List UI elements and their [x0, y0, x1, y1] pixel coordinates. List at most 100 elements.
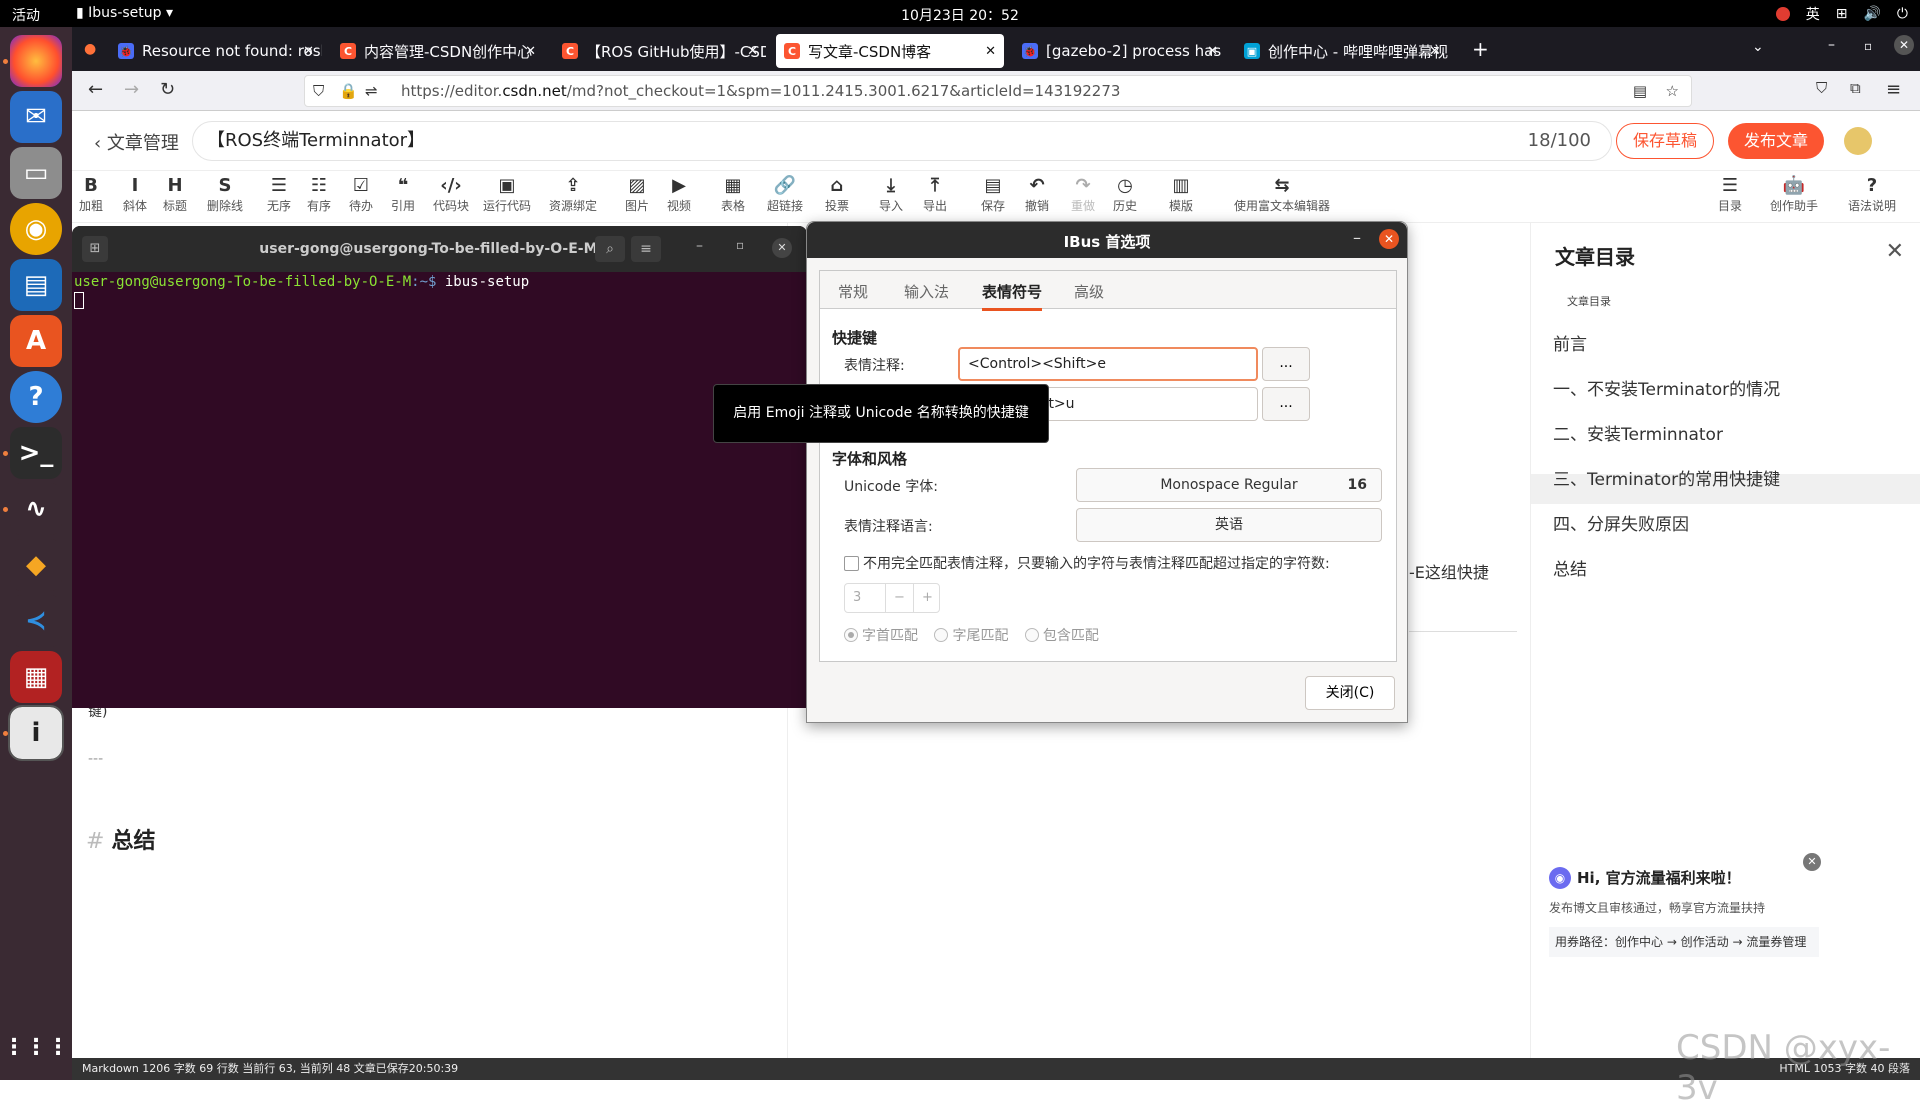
terminal-window[interactable]: ⊞ user-gong@usergong-To-be-filled-by-O-E…: [72, 226, 807, 708]
hamburger-menu-icon[interactable]: ≡: [1886, 79, 1901, 100]
extensions-icon[interactable]: ⧉: [1850, 79, 1861, 97]
permissions-icon[interactable]: ⇌: [365, 76, 378, 106]
toolbar-button[interactable]: ⤓ 导入: [873, 175, 909, 214]
emoji-shortcut-field[interactable]: <Control><Shift>e: [958, 347, 1258, 381]
toc-item[interactable]: 前言: [1553, 330, 1587, 355]
font-chooser-button[interactable]: Monospace Regular 16: [1076, 468, 1382, 502]
minimize-icon[interactable]: –: [696, 238, 703, 254]
terminal-titlebar[interactable]: ⊞ user-gong@usergong-To-be-filled-by-O-E…: [72, 226, 807, 272]
terminal-icon[interactable]: >_: [10, 427, 62, 479]
close-icon[interactable]: ✕: [772, 238, 792, 258]
thunderbird-icon[interactable]: ✉: [10, 91, 62, 143]
back-to-articles-link[interactable]: ‹ 文章管理: [94, 129, 179, 155]
toolbar-button[interactable]: ▤ 保存: [975, 175, 1011, 214]
ibus-setup-icon[interactable]: i: [8, 705, 64, 761]
toc-item[interactable]: 一、不安装Terminator的情况: [1553, 375, 1780, 400]
browser-tab[interactable]: 🐞 Resource not found: rosl ✕: [110, 34, 322, 68]
firefox-icon[interactable]: [10, 35, 62, 87]
toolbar-button[interactable]: ? 语法说明: [1842, 175, 1902, 214]
save-draft-button[interactable]: 保存草稿: [1616, 123, 1714, 159]
help-icon[interactable]: ?: [10, 371, 62, 423]
toolbar-button[interactable]: ▥ 模版: [1163, 175, 1199, 214]
show-apps-icon[interactable]: ⋮⋮⋮: [3, 1021, 69, 1073]
toolbar-button[interactable]: ☰ 无序: [261, 175, 297, 214]
reader-view-icon[interactable]: ▤: [1633, 76, 1647, 106]
system-monitor-icon[interactable]: ∿: [10, 483, 62, 535]
partial-match-checkbox[interactable]: [844, 556, 859, 571]
tab-general[interactable]: 常规: [838, 281, 868, 302]
toolbar-button[interactable]: ☑ 待办: [343, 175, 379, 214]
firefox-view-icon[interactable]: ●: [84, 41, 96, 57]
toolbar-button[interactable]: ⤒ 导出: [917, 175, 953, 214]
maximize-icon[interactable]: ▫: [736, 238, 744, 252]
browser-tab[interactable]: C 写文章-CSDN博客 ✕: [776, 34, 1004, 68]
tab-close-icon[interactable]: ✕: [985, 44, 996, 59]
toolbar-button[interactable]: ▶ 视频: [661, 175, 697, 214]
stop-icon[interactable]: [1775, 7, 1790, 21]
software-center-icon[interactable]: A: [10, 315, 62, 367]
pocket-icon[interactable]: ⛉: [1816, 79, 1827, 97]
browser-tab[interactable]: 🐞 [gazebo-2] process has di ✕: [1014, 34, 1226, 68]
rhythmbox-icon[interactable]: ◉: [10, 203, 62, 255]
reload-icon[interactable]: ↻: [160, 79, 175, 100]
ibus-preferences-dialog[interactable]: IBus 首选项 – ✕ 常规 输入法 表情符号 高级 快捷键 表情注释: <C…: [806, 221, 1408, 723]
minimize-icon[interactable]: –: [1828, 37, 1835, 53]
emoji-shortcut-edit-button[interactable]: ...: [1262, 347, 1310, 381]
search-icon[interactable]: ⌕: [595, 236, 625, 262]
radio-suffix-match[interactable]: 字尾匹配: [934, 628, 1008, 644]
unicode-shortcut-edit-button[interactable]: ...: [1262, 387, 1310, 421]
toc-item[interactable]: 二、安装Terminnator: [1553, 420, 1723, 445]
tab-emoji[interactable]: 表情符号: [982, 281, 1043, 311]
radio-prefix-match[interactable]: 字首匹配: [844, 628, 918, 644]
partial-match-row[interactable]: 不用完全匹配表情注释，只要输入的字符与表情注释匹配超过指定的字符数:: [844, 553, 1330, 573]
toolbar-button[interactable]: 🤖 创作助手: [1766, 175, 1822, 214]
system-tray[interactable]: 英 ⊞ 🔊 ⏻: [1775, 4, 1908, 24]
toolbar-button[interactable]: ‹/› 代码块: [429, 175, 473, 214]
maximize-icon[interactable]: ▫: [1864, 39, 1872, 53]
toc-item[interactable]: 三、Terminator的常用快捷键: [1553, 465, 1780, 490]
bookmark-star-icon[interactable]: ☆: [1666, 76, 1679, 106]
tab-close-icon[interactable]: ✕: [747, 44, 758, 59]
network-icon[interactable]: ⊞: [1836, 6, 1848, 22]
toolbar-button[interactable]: ▨ 图片: [619, 175, 655, 214]
url-bar[interactable]: ⛉ 🔒 ⇌ https://editor.csdn.net/md?not_che…: [304, 75, 1692, 107]
toc-item[interactable]: 总结: [1553, 555, 1587, 580]
toc-item[interactable]: 四、分屏失败原因: [1553, 510, 1689, 535]
toolbar-button[interactable]: S 删除线: [197, 175, 253, 214]
toolbar-button[interactable]: B 加粗: [73, 175, 109, 214]
shield-icon[interactable]: ⛉: [313, 76, 324, 106]
close-window-icon[interactable]: ✕: [1894, 35, 1914, 55]
toolbar-button[interactable]: I 斜体: [117, 175, 153, 214]
emoji-lang-button[interactable]: 英语: [1076, 508, 1382, 542]
toolbar-button[interactable]: ▦ 表格: [715, 175, 751, 214]
power-icon[interactable]: ⏻: [1897, 6, 1908, 22]
close-icon[interactable]: ✕: [1379, 229, 1399, 249]
lock-icon[interactable]: 🔒: [339, 76, 358, 106]
promo-close-icon[interactable]: ✕: [1803, 853, 1821, 871]
toolbar-button[interactable]: ❝ 引用: [385, 175, 421, 214]
vscode-icon[interactable]: ≺: [10, 595, 62, 647]
browser-tab[interactable]: C 【ROS GitHub使用】-CSD ✕: [554, 34, 766, 68]
list-tabs-icon[interactable]: ⌄: [1752, 39, 1764, 55]
decrement-icon[interactable]: −: [885, 584, 913, 612]
tab-advanced[interactable]: 高级: [1074, 281, 1104, 302]
publish-button[interactable]: 发布文章: [1728, 123, 1824, 159]
tab-input-method[interactable]: 输入法: [904, 281, 949, 302]
sublime-icon[interactable]: ◆: [10, 539, 62, 591]
forward-arrow-icon[interactable]: →: [124, 79, 139, 100]
toolbar-button[interactable]: ▣ 运行代码: [481, 175, 533, 214]
terminal-output[interactable]: user-gong@usergong-To-be-filled-by-O-E-M…: [72, 272, 807, 315]
new-tab-icon[interactable]: +: [1472, 37, 1489, 61]
tab-close-icon[interactable]: ✕: [1207, 44, 1218, 59]
files-icon[interactable]: ▭: [10, 147, 62, 199]
input-method-indicator[interactable]: 英: [1806, 4, 1820, 24]
writer-icon[interactable]: ▤: [10, 259, 62, 311]
toolbar-button[interactable]: H 标题: [157, 175, 193, 214]
toolbar-button[interactable]: ↶ 撤销: [1019, 175, 1055, 214]
browser-tab[interactable]: C 内容管理-CSDN创作中心 ✕: [332, 34, 544, 68]
toolbar-button[interactable]: ⇪ 资源绑定: [537, 175, 609, 214]
screen-app-icon[interactable]: ▦: [10, 651, 62, 703]
clock[interactable]: 10月23日 20：52: [0, 5, 1920, 25]
radio-contains-match[interactable]: 包含匹配: [1024, 628, 1099, 644]
back-arrow-icon[interactable]: ←: [88, 79, 103, 100]
